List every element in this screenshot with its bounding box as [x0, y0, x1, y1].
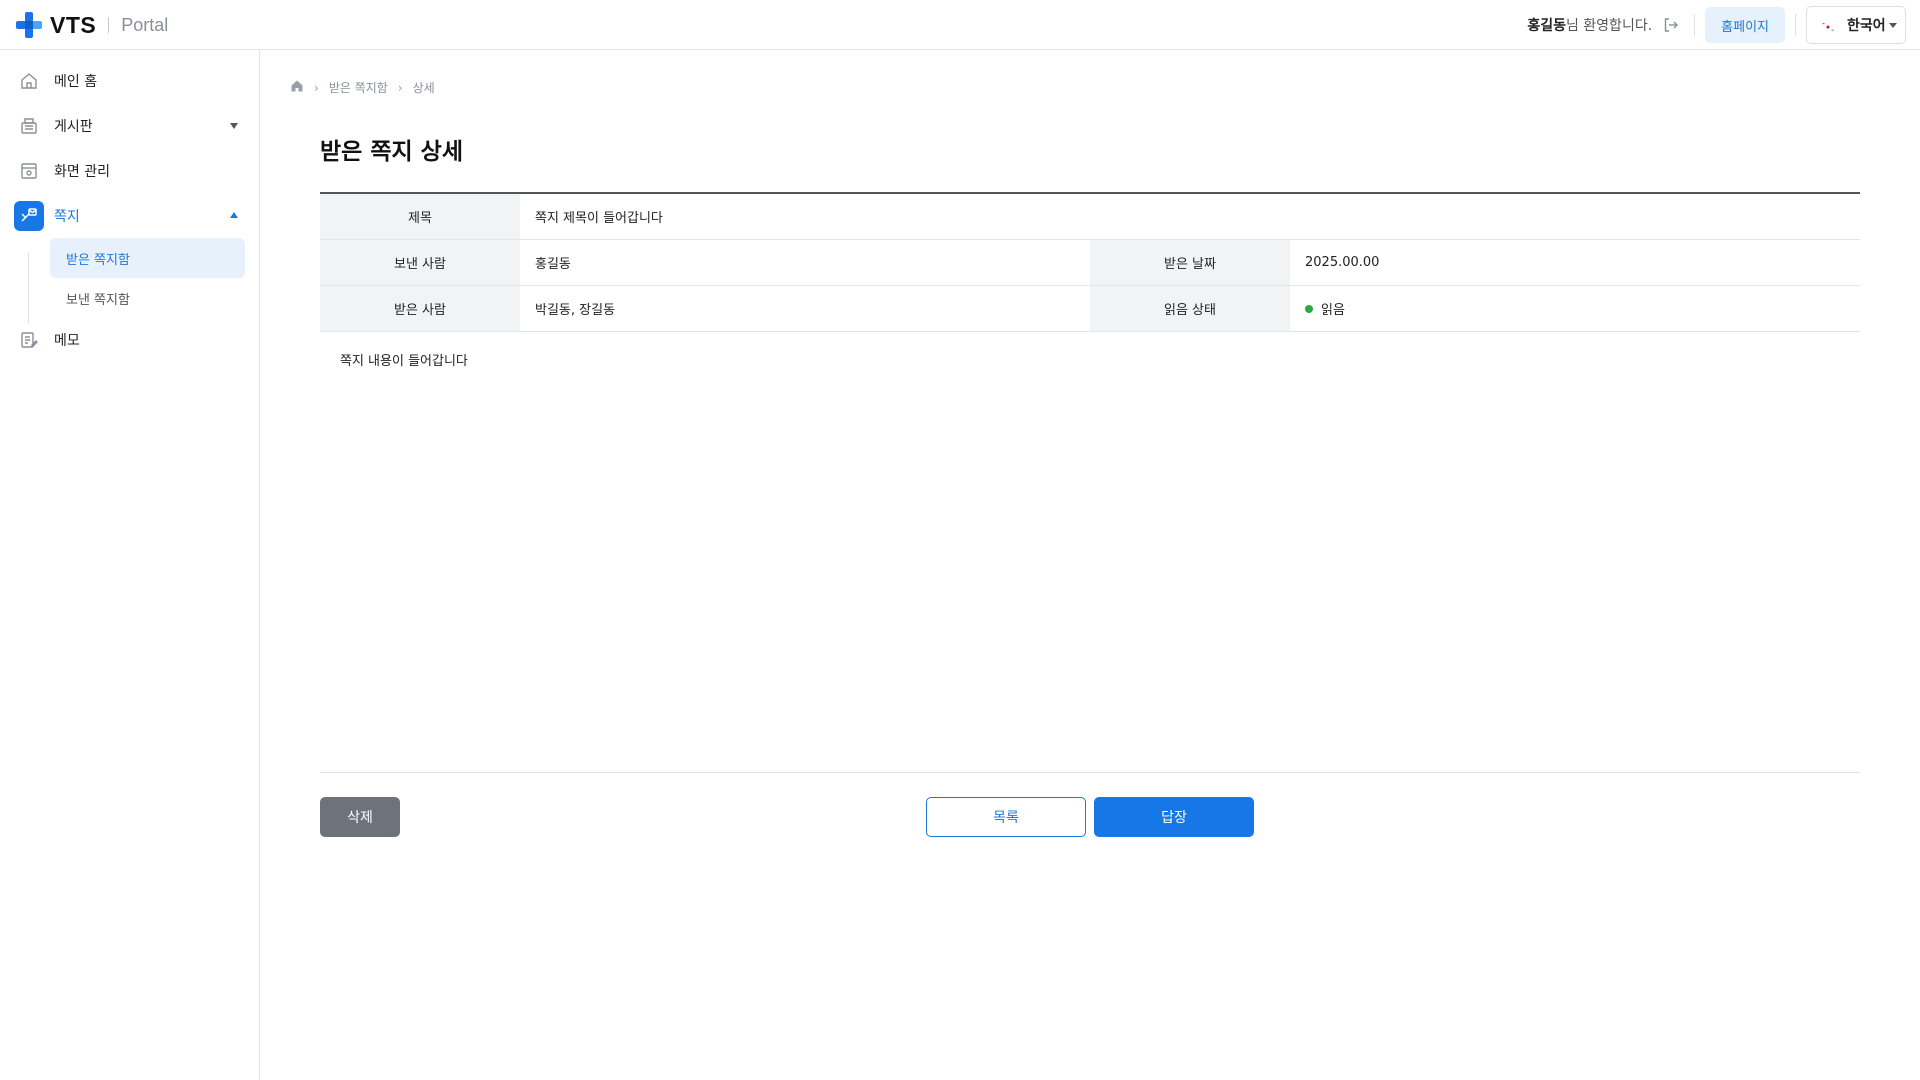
top-header: VTS Portal 홍길동님 환영합니다. 홈페이지 한국어: [0, 0, 1920, 50]
breadcrumb-item-detail: 상세: [412, 81, 435, 95]
breadcrumb-separator: ›: [314, 80, 319, 95]
status-dot-icon: [1305, 304, 1313, 313]
sidebar-item-board[interactable]: 게시판: [14, 109, 246, 143]
sidebar-item-message[interactable]: 쪽지: [14, 199, 246, 233]
sidebar-subitem-inbox[interactable]: 받은 쪽지함: [50, 238, 245, 278]
sidebar-item-screen-management[interactable]: 화면 관리: [14, 154, 246, 188]
page-title: 받은 쪽지 상세: [320, 139, 463, 165]
logo-subtitle: Portal: [121, 14, 169, 35]
table-row: 받은 사람 박길동, 장길동 읽음 상태 읽음: [320, 286, 1860, 332]
logout-icon[interactable]: [1662, 16, 1680, 34]
language-label: 한국어: [1847, 18, 1886, 34]
breadcrumb-item-inbox[interactable]: 받은 쪽지함: [329, 79, 388, 96]
sidebar-item-main-home[interactable]: 메인 홈: [14, 64, 246, 98]
user-name: 홍길동: [1527, 18, 1566, 34]
sender-value: 홍길동: [535, 257, 571, 272]
subject-value: 쪽지 제목이 들어갑니다: [535, 211, 663, 226]
sidebar-item-label: 화면 관리: [54, 164, 110, 180]
message-body: 쪽지 내용이 들어갑니다: [340, 354, 468, 369]
date-label: 받은 날짜: [1090, 240, 1290, 285]
chevron-down-icon: [230, 123, 238, 129]
chevron-up-icon: [230, 212, 238, 218]
submenu-guide-line: [28, 253, 29, 323]
reply-button[interactable]: 답장: [1094, 797, 1254, 837]
korea-flag-icon: [1821, 20, 1835, 32]
sender-label: 보낸 사람: [320, 240, 520, 285]
sidebar-item-label: 메모: [54, 333, 80, 349]
table-row: 보낸 사람 홍길동 받은 날짜 2025.00.00: [320, 240, 1860, 286]
message-icon: [14, 201, 44, 231]
header-divider: [1694, 14, 1696, 36]
logo-text: VTS: [50, 11, 97, 38]
breadcrumb-separator: ›: [397, 80, 403, 95]
read-status-text: 읽음: [1321, 303, 1345, 318]
language-select[interactable]: 한국어: [1806, 6, 1906, 44]
message-detail-table: 제목 쪽지 제목이 들어갑니다 보낸 사람 홍길동 받은 날짜 2025.00.…: [320, 192, 1860, 332]
welcome-suffix: 님 환영합니다.: [1565, 18, 1653, 34]
board-icon: [14, 111, 44, 141]
header-right: 홍길동님 환영합니다. 홈페이지 한국어: [1527, 6, 1906, 44]
content-divider: [320, 772, 1860, 773]
date-value: 2025.00.00: [1305, 255, 1380, 270]
table-row: 제목 쪽지 제목이 들어갑니다: [320, 194, 1860, 240]
homepage-button[interactable]: 홈페이지: [1705, 7, 1785, 43]
logo[interactable]: VTS Portal: [14, 10, 168, 40]
read-status-value: 읽음: [1290, 286, 1860, 331]
home-icon: [14, 66, 44, 96]
recipient-value: 박길동, 장길동: [535, 303, 616, 318]
breadcrumb: › 받은 쪽지함 › 상세: [290, 79, 435, 96]
sidebar: 메인 홈 게시판 화면 관리 쪽지 받은 쪽지함 보낸 쪽지함 메모: [0, 50, 260, 1080]
delete-button[interactable]: 삭제: [320, 797, 400, 837]
sidebar-item-memo[interactable]: 메모: [14, 323, 246, 357]
sidebar-item-label: 게시판: [54, 119, 93, 135]
screen-icon: [14, 156, 44, 186]
memo-icon: [14, 325, 44, 355]
list-button[interactable]: 목록: [926, 797, 1086, 837]
sidebar-subitem-sent[interactable]: 보낸 쪽지함: [50, 278, 245, 318]
sidebar-item-label: 쪽지: [54, 209, 80, 225]
header-divider: [1795, 14, 1796, 36]
recipient-label: 받은 사람: [320, 286, 520, 331]
logo-divider: [108, 17, 110, 33]
chevron-down-icon: [1889, 23, 1897, 28]
sidebar-item-label: 메인 홈: [54, 74, 98, 90]
home-icon[interactable]: [290, 79, 304, 96]
read-status-label: 읽음 상태: [1090, 286, 1290, 331]
subject-label: 제목: [320, 194, 520, 239]
welcome-text: 홍길동님 환영합니다.: [1527, 15, 1652, 35]
logo-mark-icon: [14, 10, 44, 40]
